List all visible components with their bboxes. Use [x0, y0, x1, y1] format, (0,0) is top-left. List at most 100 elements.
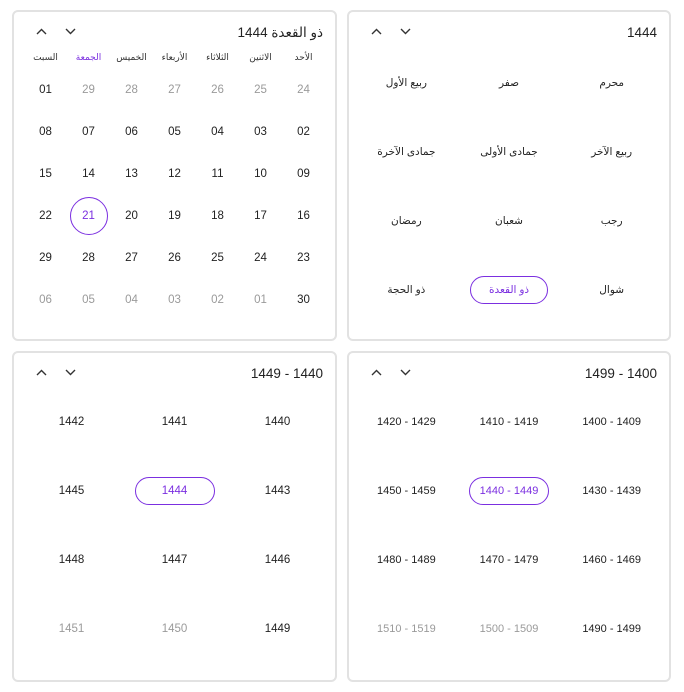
selected-month-cell[interactable]: ذو القعدة: [470, 275, 549, 304]
decade-cell[interactable]: 1410 - 1419: [458, 387, 561, 456]
month-year-title[interactable]: ذو القعدة 1444: [238, 25, 323, 41]
next-button[interactable]: [394, 24, 416, 44]
decade-cell[interactable]: 1440 - 1449: [458, 456, 561, 525]
previous-button[interactable]: [30, 24, 52, 44]
day-cell[interactable]: 26: [153, 237, 196, 279]
day-cell[interactable]: 24: [282, 69, 325, 111]
day-cell[interactable]: 22: [24, 195, 67, 237]
year-cell[interactable]: 1447: [123, 525, 226, 594]
day-view-calendar: ذو القعدة 1444 الأحد الاثنين الثلاثاء الأرب…: [12, 10, 337, 341]
month-cell[interactable]: جمادى الأولى: [458, 117, 561, 186]
month-cell[interactable]: ربيع الآخر: [560, 117, 663, 186]
day-cell[interactable]: 06: [110, 111, 153, 153]
day-cell[interactable]: 20: [110, 195, 153, 237]
day-cell[interactable]: 30: [282, 279, 325, 321]
year-cell[interactable]: 1440: [226, 387, 329, 456]
day-cell[interactable]: 23: [282, 237, 325, 279]
day-cell[interactable]: 29: [24, 237, 67, 279]
decade-cell[interactable]: 1490 - 1499: [560, 594, 663, 663]
month-cell[interactable]: ذو الحجة: [355, 255, 458, 324]
day-cell[interactable]: 06: [24, 279, 67, 321]
day-cell[interactable]: 28: [110, 69, 153, 111]
year-cell[interactable]: 1442: [20, 387, 123, 456]
next-button[interactable]: [59, 24, 81, 44]
day-cell[interactable]: 26: [196, 69, 239, 111]
day-cell[interactable]: 04: [110, 279, 153, 321]
day-cell[interactable]: 27: [153, 69, 196, 111]
day-cell[interactable]: 07: [67, 111, 110, 153]
year-cell[interactable]: 1444: [123, 456, 226, 525]
year-cell[interactable]: 1448: [20, 525, 123, 594]
decade-title[interactable]: 1440 - 1449: [251, 366, 323, 381]
day-cell[interactable]: 03: [153, 279, 196, 321]
year-cell[interactable]: 1443: [226, 456, 329, 525]
year-cell[interactable]: 1441: [123, 387, 226, 456]
month-cell[interactable]: شعبان: [458, 186, 561, 255]
day-cell[interactable]: 05: [67, 279, 110, 321]
day-cell[interactable]: 14: [67, 153, 110, 195]
day-cell[interactable]: 19: [153, 195, 196, 237]
day-cell[interactable]: 25: [196, 237, 239, 279]
next-button[interactable]: [394, 365, 416, 385]
day-cell[interactable]: 03: [239, 111, 282, 153]
day-cell[interactable]: 15: [24, 153, 67, 195]
previous-button[interactable]: [365, 24, 387, 44]
month-cell[interactable]: محرم: [560, 48, 663, 117]
day-cell[interactable]: 04: [196, 111, 239, 153]
day-cell[interactable]: 13: [110, 153, 153, 195]
day-cell[interactable]: 21: [67, 195, 110, 237]
day-cell[interactable]: 02: [282, 111, 325, 153]
decade-cell[interactable]: 1510 - 1519: [355, 594, 458, 663]
day-cell[interactable]: 27: [110, 237, 153, 279]
day-cell[interactable]: 18: [196, 195, 239, 237]
day-cell[interactable]: 17: [239, 195, 282, 237]
decade-cell[interactable]: 1430 - 1439: [560, 456, 663, 525]
day-cell[interactable]: 12: [153, 153, 196, 195]
day-cell[interactable]: 24: [239, 237, 282, 279]
decade-cell[interactable]: 1460 - 1469: [560, 525, 663, 594]
month-cell[interactable]: رمضان: [355, 186, 458, 255]
selected-year-cell[interactable]: 1444: [134, 476, 215, 505]
day-cell[interactable]: 28: [67, 237, 110, 279]
day-cell[interactable]: 02: [196, 279, 239, 321]
year-cell[interactable]: 1451: [20, 594, 123, 663]
selected-day-cell[interactable]: 21: [69, 197, 108, 235]
month-cell[interactable]: رجب: [560, 186, 663, 255]
day-cell[interactable]: 11: [196, 153, 239, 195]
decade-cell[interactable]: 1500 - 1509: [458, 594, 561, 663]
chevron-up-icon: [371, 369, 381, 376]
day-cell[interactable]: 25: [239, 69, 282, 111]
year-cell[interactable]: 1449: [226, 594, 329, 663]
day-cell[interactable]: 09: [282, 153, 325, 195]
previous-button[interactable]: [365, 365, 387, 385]
weekday-label: الخميس: [116, 52, 147, 62]
month-cell[interactable]: ربيع الأول: [355, 48, 458, 117]
day-cell[interactable]: 01: [239, 279, 282, 321]
day-cell[interactable]: 05: [153, 111, 196, 153]
selected-decade-cell[interactable]: 1440 - 1449: [469, 476, 549, 505]
decade-cell[interactable]: 1470 - 1479: [458, 525, 561, 594]
day-cell[interactable]: 16: [282, 195, 325, 237]
year-cell[interactable]: 1446: [226, 525, 329, 594]
year-title[interactable]: 1444: [627, 25, 657, 40]
decade-cell[interactable]: 1420 - 1429: [355, 387, 458, 456]
year-cell[interactable]: 1450: [123, 594, 226, 663]
month-cell[interactable]: شوال: [560, 255, 663, 324]
month-cell[interactable]: صفر: [458, 48, 561, 117]
day-cell[interactable]: 08: [24, 111, 67, 153]
year-cell[interactable]: 1445: [20, 456, 123, 525]
chevron-down-icon: [400, 28, 410, 35]
next-button[interactable]: [59, 365, 81, 385]
day-cell[interactable]: 29: [67, 69, 110, 111]
weekday-label: الثلاثاء: [206, 52, 229, 62]
previous-button[interactable]: [30, 365, 52, 385]
day-cell[interactable]: 10: [239, 153, 282, 195]
month-cell[interactable]: جمادى الآخرة: [355, 117, 458, 186]
decade-cell[interactable]: 1480 - 1489: [355, 525, 458, 594]
day-cell[interactable]: 01: [24, 69, 67, 111]
decade-cell[interactable]: 1400 - 1409: [560, 387, 663, 456]
decade-view-calendar: 1400 - 1499 1400 - 1409 1410 - 1419 1420 -…: [347, 351, 671, 682]
month-cell[interactable]: ذو القعدة: [458, 255, 561, 324]
decade-cell[interactable]: 1450 - 1459: [355, 456, 458, 525]
century-title[interactable]: 1400 - 1499: [585, 366, 657, 381]
